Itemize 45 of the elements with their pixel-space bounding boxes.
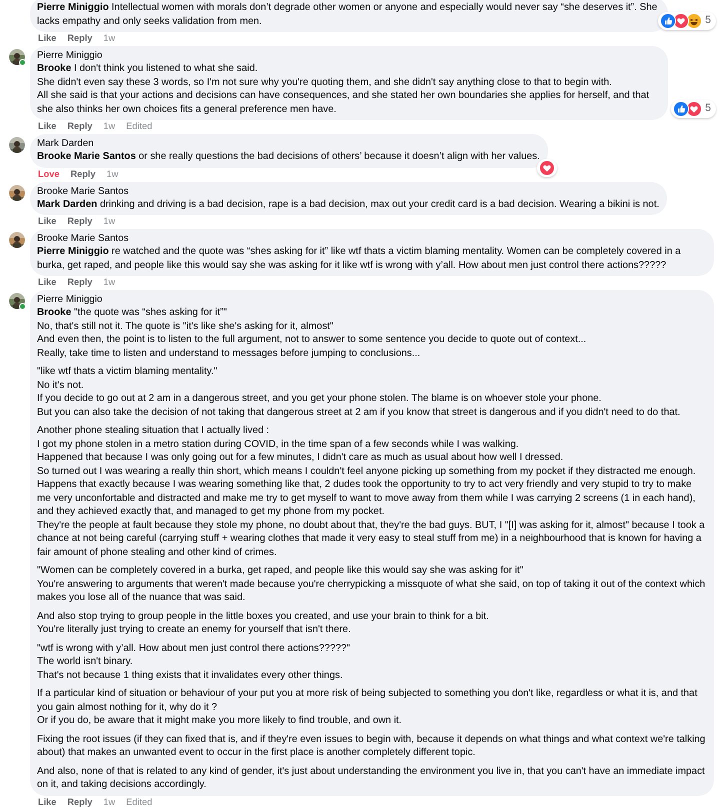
comment-text: Brooke "the quote was “shes asking for it”" No, that's still not it. The quote is "it's like she's asking for it, almost" And even then, the point is to listen to the full argument, not to answer to some sentence you decide to quote out of context... Really, take time to listen and understand to messages before jumping to conclusions...	[37, 306, 588, 360]
comment-text: Fixing the root issues (if they can fixed that is, and if they're even issues to begin with, because it depends on what things and what context we're talking about) that makes an unwanted event to occur in the first place is another completely different topic.	[37, 732, 706, 760]
comment-text: Mark Darden drinking and driving is a bad decision, rape is a bad decision, max out your credit card is a bad decision. Wearing a bikini is not.	[37, 198, 660, 211]
author-name[interactable]: Pierre Miniggio	[37, 294, 706, 306]
reaction-badge[interactable]	[536, 158, 557, 176]
react-link[interactable]: Like	[38, 796, 56, 807]
timestamp: 1w	[106, 168, 118, 180]
laughing-face-icon	[687, 14, 702, 28]
author-name[interactable]: Brooke Marie Santos	[37, 186, 660, 198]
comment-text: Brooke I don't think you listened to what she said. She didn't even say these 3 words, so I'm not sure why you're quoting them, and she didn't say anything close to that to begin with. All she said is that your actions and decisions can have consequences, and she stated her own boundaries she applies for herself, and that she also thinks her own choices fits a general preference men have.	[37, 62, 650, 116]
reaction-badge[interactable]: 5	[671, 100, 716, 118]
reply-link[interactable]: Reply	[67, 216, 92, 227]
comment-text: Pierre Miniggio re watched and the quote was “shes asking for it” like wtf thats a victim blaming mentality. Women can be completely covered in a burka, get raped, and people like this would say she was asking for it like wtf is wrong with y’all. How about men just control there actions?????	[37, 245, 682, 272]
react-link[interactable]: Like	[38, 121, 56, 132]
reply-link[interactable]: Reply	[67, 277, 92, 288]
reply-link[interactable]: Reply	[70, 168, 96, 180]
timestamp: 1w	[103, 277, 116, 288]
timestamp: 1w	[103, 796, 116, 807]
reply-link[interactable]: Reply	[67, 796, 92, 807]
react-link[interactable]: Love	[38, 168, 60, 180]
reply-link[interactable]: Reply	[67, 121, 92, 132]
timestamp: Edited	[126, 121, 152, 132]
reaction-badge[interactable]: 5	[658, 12, 716, 30]
timestamp: Edited	[126, 796, 152, 807]
author-name[interactable]: Pierre Miniggio	[37, 50, 660, 62]
timestamp: 1w	[103, 216, 116, 227]
comment-text: "like wtf thats a victim blaming mentality." No it's not. If you decide to go out at 2 am in a dangerous street, and you get your phone stolen. The blame is on whoever stole your phone. But you can also take the decision of not taking that dangerous street at 2 am if you know that street is dangerous and if you didn't need to do that.	[37, 365, 682, 419]
react-link[interactable]: Like	[38, 277, 56, 288]
comment-text: "Women can be completely covered in a burka, get raped, and people like this would say she was asking for it" You're answering to arguments that weren't made because you're cherrypicking a missquote of what she said, on top of taking it out of the context which makes you lose all of the nuance that was said.	[37, 564, 706, 604]
reply-link[interactable]: Reply	[67, 33, 92, 44]
comment-text: And also, none of that is related to any kind of gender, it's just about understanding the environment you live in, that you can't have an immediate impact on it, and taking decisions accordingly.	[37, 764, 706, 792]
comment-text: Another phone stealing situation that I actually lived : I got my phone stolen in a metro station during COVID, in the time span of a few seconds while I was walking. Happened that because I was only going out for a few minutes, I didn't care as much as usual about how well I dressed. So turned out I was wearing a really thin short, which means I couldn't feel anyone picking up something from my pocket if they distracted me enough. Happens that exactly because I was wearing something like that, 2 dudes took the opportunity to try to act very friendly and very stupid to try to make me very unconfortable and distracted and make me try to get myself to want to move away from them while I was carrying 2 screens (1 in each hand), and they achieved exactly that, and managed to get my phone from my pocket. They're the people at fault because they stole my phone, no doubt about that, they're the bad guys. BUT, I "[I] was asking for it, almost" because I took a chance at not being careful (carrying stuff + wearing clothes that made it very easy to steal stuff from me) in a neighbourhood that is known for having a fair amount of phone stealing and other kind of crimes.	[37, 424, 706, 559]
comment-text: Pierre Miniggio Intellectual women with morals don’t degrade other women or anyone and especially would never say “she deserves it”. She lacks empathy and only seeks validation from men.	[37, 1, 658, 28]
comment-text: Brooke Marie Santos or she really questions the bad decisions of others’ because it doesn’t align with her values.	[37, 150, 540, 164]
react-link[interactable]: Like	[38, 33, 56, 44]
author-name[interactable]: Brooke Marie Santos	[37, 233, 706, 245]
comment-text: And also stop trying to group people in the little boxes you created, and use your brain to think for a bit. You're literally just trying to create an enemy for yourself that isn't there.	[37, 610, 490, 636]
timestamp: 1w	[103, 33, 116, 44]
comment-text: "wtf is wrong with y’all. How about men just control there actions?????" The world isn't binary. That's not because 1 thing exists that it invalidates every other things.	[37, 642, 352, 682]
react-link[interactable]: Like	[38, 216, 56, 227]
thumbs-up-icon	[661, 14, 676, 28]
author-name[interactable]: Mark Darden	[37, 138, 540, 150]
thumbs-up-icon	[674, 102, 688, 116]
comment-text: If a particular kind of situation or behaviour of your put you at more risk of being subjected to something you don't like, regardless or what it is, and that you gain almost nothing for it, why do it ? Or if you do, be aware that it might make you more likely to find trouble, and own it.	[37, 687, 698, 728]
timestamp: 1w	[103, 121, 116, 132]
